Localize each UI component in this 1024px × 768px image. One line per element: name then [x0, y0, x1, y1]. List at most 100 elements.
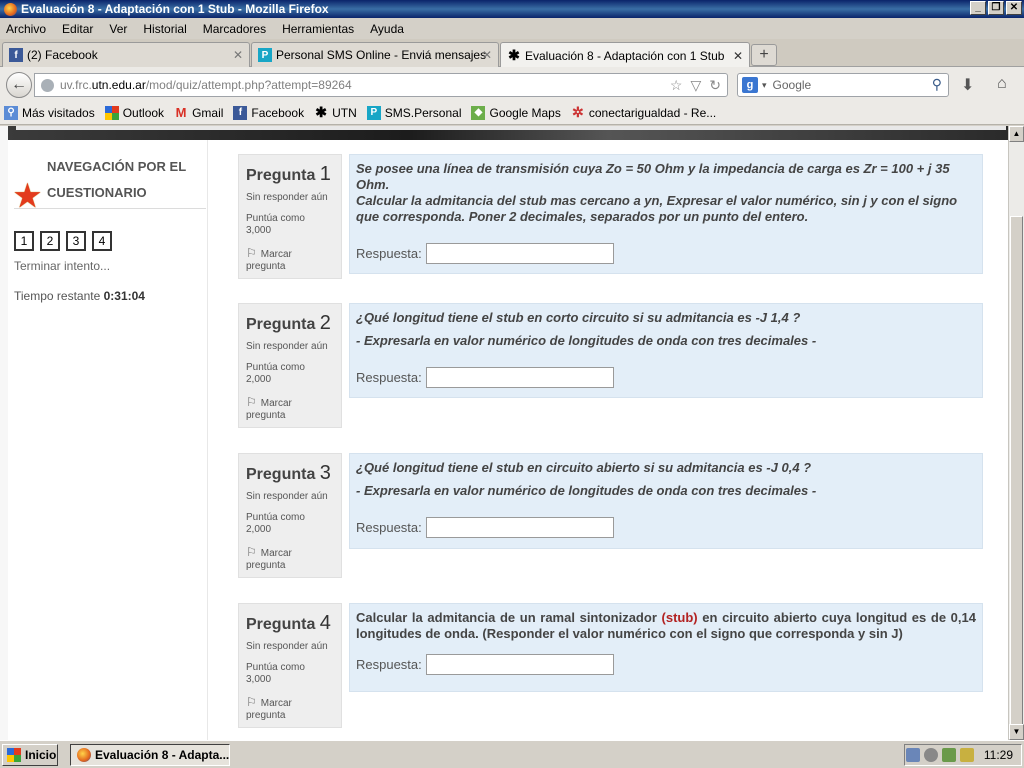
answer-input-1[interactable]: [425, 243, 614, 264]
bookmark-star-icon[interactable]: ☆: [670, 77, 683, 94]
flag-question[interactable]: ⚐ Marcar pregunta: [246, 247, 334, 273]
question-content: Se posee una línea de transmisión cuya Z…: [349, 154, 983, 274]
back-button[interactable]: ←: [6, 72, 32, 98]
question-text: Se posee una línea de transmisión cuya Z…: [356, 161, 950, 192]
answer-input-2[interactable]: [425, 367, 614, 388]
question-text: Calcular la admitancia de un ramal sinto…: [356, 610, 976, 642]
question-number: Pregunta 4: [246, 612, 334, 635]
google-icon[interactable]: g: [742, 77, 758, 93]
quiz-navigation-block: ★ NAVEGACIÓN POR EL CUESTIONARIO 1 2 3 4…: [14, 154, 206, 303]
grade-value: 2,000: [246, 374, 272, 385]
gmail-icon: M: [175, 105, 187, 120]
answer-input-3[interactable]: [425, 517, 614, 538]
scroll-down-arrow[interactable]: ▼: [1009, 724, 1024, 740]
utn-icon: ✱: [315, 104, 327, 120]
grade-label: Puntúa como: [246, 362, 305, 373]
download-icon[interactable]: ⬇: [961, 75, 974, 95]
system-tray: 11:29: [904, 744, 1022, 766]
close-tab-icon[interactable]: ✕: [482, 48, 492, 62]
flag-question[interactable]: ⚐ Marcar pregunta: [246, 546, 334, 572]
minimize-button[interactable]: _: [970, 1, 986, 15]
timer-label: Tiempo restante: [14, 289, 101, 303]
question-state: Sin responder aún: [246, 341, 328, 352]
star-icon: ★: [14, 180, 41, 213]
bookmark-mas-visitados[interactable]: ⚲ Más visitados: [4, 105, 95, 120]
question-nav-button-1[interactable]: 1: [14, 231, 34, 251]
network-icon[interactable]: [905, 748, 920, 762]
url-bar[interactable]: uv.frc. utn.edu.ar/mod/quiz/attempt.php?a…: [34, 73, 728, 97]
bookmark-outlook[interactable]: Outlook: [104, 105, 164, 120]
answer-row: Respuesta:: [356, 243, 976, 264]
grade-value: 3,000: [246, 674, 272, 685]
navigation-bar: ← uv.frc. utn.edu.ar/mod/quiz/attempt.php…: [0, 67, 1024, 101]
conectarigualdad-icon: ✲: [571, 104, 584, 120]
flag-label-line2: pregunta: [246, 261, 286, 272]
globe-icon: [41, 78, 54, 92]
search-placeholder: Google: [772, 78, 812, 92]
flag-label-line2: pregunta: [246, 560, 286, 571]
bookmark-facebook[interactable]: f Facebook: [233, 105, 304, 120]
question-nav-button-2[interactable]: 2: [40, 231, 60, 251]
search-icon[interactable]: ⚲: [932, 76, 942, 93]
quiz-nav-title-line1: NAVEGACIÓN POR EL: [47, 159, 187, 174]
menu-editar[interactable]: Editar: [62, 22, 93, 36]
tab-evaluacion[interactable]: ✱ Evaluación 8 - Adaptación con 1 Stub ✕: [500, 42, 750, 68]
menu-bar: Archivo Editar Ver Historial Marcadores …: [0, 18, 1024, 39]
menu-ver[interactable]: Ver: [109, 22, 127, 36]
question-nav-button-4[interactable]: 4: [92, 231, 112, 251]
volume-icon[interactable]: [923, 748, 938, 762]
sms-personal-icon: P: [258, 48, 272, 62]
vertical-scrollbar[interactable]: ▲ ▼: [1008, 126, 1024, 756]
question-label: Pregunta: [246, 167, 316, 184]
menu-ayuda[interactable]: Ayuda: [370, 22, 404, 36]
tab-sms-personal[interactable]: P Personal SMS Online - Enviá mensajes S…: [251, 42, 499, 67]
close-window-button[interactable]: ✕: [1006, 1, 1022, 15]
close-tab-icon[interactable]: ✕: [733, 49, 743, 63]
question-grade: Puntúa como 2,000: [246, 512, 334, 536]
battery-icon[interactable]: [959, 748, 974, 762]
home-icon[interactable]: ⌂: [997, 75, 1007, 93]
question-text: ¿Qué longitud tiene el stub en circuito …: [356, 460, 812, 475]
taskbar-item-label: Evaluación 8 - Adapta...: [95, 748, 230, 762]
tab-bar: f (2) Facebook ✕ P Personal SMS Online -…: [0, 39, 1024, 68]
flag-question[interactable]: ⚐ Marcar pregunta: [246, 696, 334, 722]
quiz-navigation-title: ★ NAVEGACIÓN POR EL CUESTIONARIO: [14, 154, 206, 213]
url-dropdown-icon[interactable]: ▽: [690, 77, 701, 94]
bookmark-gmail[interactable]: M Gmail: [174, 105, 224, 120]
menu-archivo[interactable]: Archivo: [6, 22, 46, 36]
tab-facebook[interactable]: f (2) Facebook ✕: [2, 42, 250, 67]
most-visited-icon: ⚲: [4, 105, 18, 120]
grade-value: 3,000: [246, 225, 272, 236]
answer-row: Respuesta:: [356, 654, 976, 675]
start-button[interactable]: Inicio: [2, 744, 58, 766]
bookmark-utn[interactable]: ✱ UTN: [314, 104, 357, 120]
scrollbar-thumb[interactable]: [1010, 216, 1023, 756]
flag-question[interactable]: ⚐ Marcar pregunta: [246, 396, 334, 422]
reload-icon[interactable]: ↻: [709, 77, 721, 94]
close-tab-icon[interactable]: ✕: [233, 48, 243, 62]
taskbar-item-firefox[interactable]: Evaluación 8 - Adapta...: [70, 744, 230, 766]
window-title: Evaluación 8 - Adaptación con 1 Stub - M…: [21, 2, 329, 16]
question-nav-button-3[interactable]: 3: [66, 231, 86, 251]
menu-historial[interactable]: Historial: [143, 22, 186, 36]
menu-herramientas[interactable]: Herramientas: [282, 22, 354, 36]
question-state: Sin responder aún: [246, 192, 328, 203]
question-text: Calcular la admitancia del stub mas cerc…: [356, 193, 958, 224]
finish-attempt-link[interactable]: Terminar intento...: [14, 259, 204, 273]
question-number: Pregunta 3: [246, 462, 334, 485]
new-tab-button[interactable]: +: [751, 44, 777, 66]
bookmark-conectarigualdad[interactable]: ✲ conectarigualdad - Re...: [571, 104, 716, 120]
maximize-button[interactable]: ❐: [988, 1, 1004, 15]
answer-input-4[interactable]: [425, 654, 614, 675]
search-bar[interactable]: g ▾ Google ⚲: [737, 73, 949, 97]
question-number: Pregunta 2: [246, 312, 334, 335]
question-text: - Expresarla en valor numérico de longit…: [356, 483, 817, 498]
scroll-up-arrow[interactable]: ▲: [1009, 126, 1024, 142]
bookmark-sms-personal[interactable]: P SMS.Personal: [366, 105, 461, 120]
safely-remove-icon[interactable]: [941, 748, 956, 762]
bookmark-google-maps[interactable]: ◆ Google Maps: [471, 105, 561, 120]
answer-label: Respuesta:: [356, 370, 422, 385]
search-engine-dropdown-icon[interactable]: ▾: [762, 80, 767, 91]
time-remaining: Tiempo restante 0:31:04: [14, 289, 204, 303]
menu-marcadores[interactable]: Marcadores: [203, 22, 266, 36]
